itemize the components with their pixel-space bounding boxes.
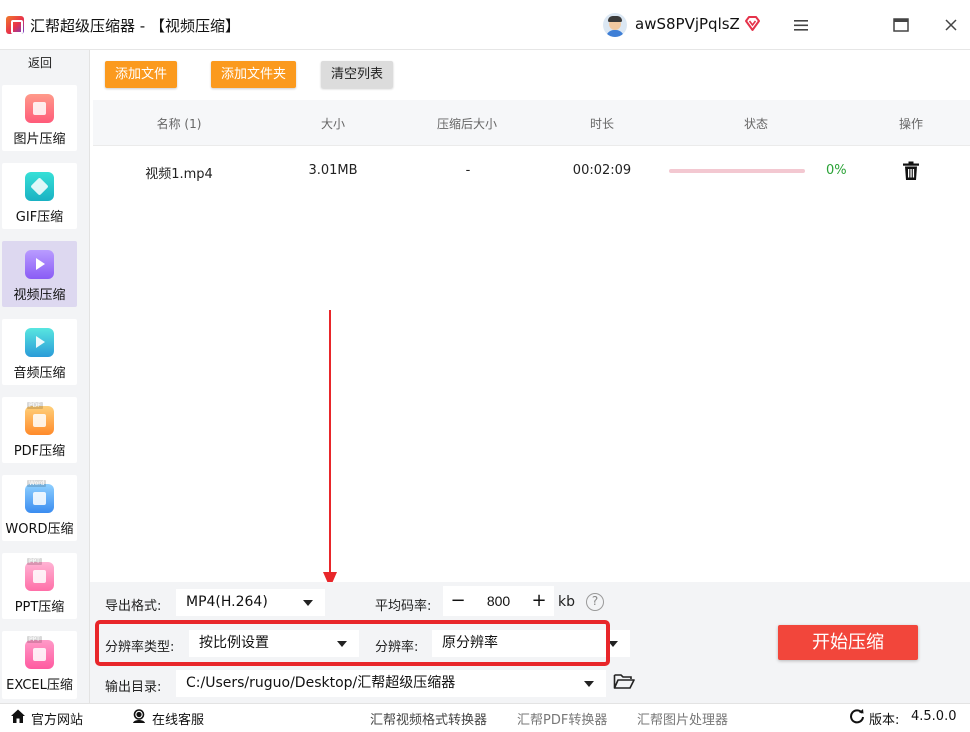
sidebar-item-label: GIF压缩 <box>15 210 64 225</box>
video-converter-link[interactable]: 汇帮视频格式转换器 <box>370 709 487 728</box>
sidebar-item-gif[interactable]: GIF压缩 <box>2 163 77 229</box>
add-folder-button[interactable]: 添加文件夹 <box>211 61 297 88</box>
bitrate-input[interactable] <box>473 586 524 616</box>
increment-button[interactable]: + <box>524 586 554 616</box>
compressed-size: - <box>465 163 471 178</box>
maximize-icon[interactable] <box>890 14 912 36</box>
official-website-link[interactable]: 官方网站 <box>31 709 83 728</box>
sidebar-item-label: 视频压缩 <box>13 288 66 303</box>
chevron-down-icon <box>584 681 594 687</box>
sidebar-item-pdf[interactable]: PDF PDF压缩 <box>2 397 77 463</box>
pdf-icon: PDF <box>25 402 54 435</box>
file-size: 3.01MB <box>308 163 358 178</box>
start-compress-button[interactable]: 开始压缩 <box>778 625 918 660</box>
decrement-button[interactable]: − <box>443 586 473 616</box>
file-table-header: 名称 (1) 大小 压缩后大小 时长 状态 操作 <box>93 100 970 146</box>
annotation-arrow-icon <box>323 310 337 588</box>
app-logo-icon <box>6 16 24 34</box>
column-header-duration[interactable]: 时长 <box>590 115 614 132</box>
format-label: 导出格式: <box>105 599 162 614</box>
sidebar-item-label: EXCEL压缩 <box>6 678 73 693</box>
excel-icon: PPT <box>25 636 54 669</box>
column-header-compressed-size[interactable]: 压缩后大小 <box>437 115 497 132</box>
sidebar-item-ppt[interactable]: PPT PPT压缩 <box>2 553 77 619</box>
pdf-converter-link[interactable]: 汇帮PDF转换器 <box>517 709 607 728</box>
gif-icon <box>25 172 54 201</box>
sidebar-item-label: WORD压缩 <box>5 522 74 537</box>
online-support-link[interactable]: 在线客服 <box>152 709 204 728</box>
file-duration: 00:02:09 <box>572 163 632 178</box>
bitrate-unit: kb <box>558 594 575 610</box>
app-title: 汇帮超级压缩器 - 【视频压缩】 <box>30 17 240 35</box>
refresh-icon[interactable] <box>849 708 865 724</box>
support-headset-icon <box>133 709 145 723</box>
sidebar-item-image[interactable]: 图片压缩 <box>2 85 77 151</box>
column-header-action: 操作 <box>898 117 924 131</box>
sidebar-item-audio[interactable]: 音频压缩 <box>2 319 77 385</box>
back-button[interactable]: 返回 <box>0 54 80 71</box>
folder-open-icon[interactable] <box>613 672 635 690</box>
close-icon[interactable] <box>940 14 962 36</box>
vip-diamond-icon[interactable] <box>744 15 761 32</box>
sidebar-item-label: 图片压缩 <box>13 132 66 147</box>
image-processor-link[interactable]: 汇帮图片处理器 <box>637 709 728 728</box>
home-icon <box>11 709 25 723</box>
title-bar: 汇帮超级压缩器 - 【视频压缩】 awS8PVjPqlsZ <box>0 0 970 50</box>
sidebar-item-label: PPT压缩 <box>14 600 65 615</box>
progress-percent: 0% <box>826 163 847 178</box>
file-name: 视频1.mp4 <box>145 167 213 182</box>
help-icon[interactable]: ? <box>586 593 604 611</box>
progress-bar <box>669 169 805 173</box>
column-header-size[interactable]: 大小 <box>321 115 345 132</box>
video-icon <box>25 250 54 279</box>
audio-icon <box>25 328 54 357</box>
format-dropdown[interactable]: MP4(H.264) <box>176 589 325 616</box>
table-row[interactable]: 视频1.mp4 3.01MB - 00:02:09 0% <box>93 146 970 196</box>
version-label: 版本: <box>869 713 900 728</box>
sidebar-item-video[interactable]: 视频压缩 <box>2 241 77 307</box>
output-dir-label: 输出目录: <box>105 680 162 695</box>
bitrate-label: 平均码率: <box>375 599 432 614</box>
column-header-status: 状态 <box>743 117 769 131</box>
menu-icon[interactable] <box>790 14 812 36</box>
add-file-button[interactable]: 添加文件 <box>105 61 178 88</box>
user-avatar-icon[interactable] <box>603 13 627 37</box>
image-icon <box>25 94 54 123</box>
sidebar-item-word[interactable]: Word WORD压缩 <box>2 475 77 541</box>
sidebar-item-label: 音频压缩 <box>13 366 66 381</box>
ppt-icon: PPT <box>25 558 54 591</box>
column-header-name[interactable]: 名称 (1) <box>157 115 202 132</box>
sidebar-item-label: PDF压缩 <box>13 444 66 459</box>
word-icon: Word <box>25 480 54 513</box>
toolbar: 添加文件 添加文件夹 清空列表 <box>90 50 970 99</box>
sidebar-item-excel[interactable]: PPT EXCEL压缩 <box>2 631 77 699</box>
chevron-down-icon <box>303 600 313 606</box>
delete-trash-icon[interactable] <box>902 161 920 181</box>
bitrate-stepper: − + <box>443 586 554 616</box>
output-dir-value: C:/Users/ruguo/Desktop/汇帮超级压缩器 <box>186 675 456 691</box>
file-table: 视频1.mp4 3.01MB - 00:02:09 0% <box>93 146 970 582</box>
annotation-highlight-box <box>95 620 610 666</box>
format-value: MP4(H.264) <box>186 594 268 610</box>
clear-list-button[interactable]: 清空列表 <box>321 61 394 88</box>
bottom-bar: 官方网站 在线客服 汇帮视频格式转换器 汇帮PDF转换器 汇帮图片处理器 版本:… <box>0 703 970 732</box>
version-value: 4.5.0.0 <box>911 709 957 724</box>
output-dir-dropdown[interactable]: C:/Users/ruguo/Desktop/汇帮超级压缩器 <box>176 670 606 697</box>
username[interactable]: awS8PVjPqlsZ <box>635 15 740 33</box>
